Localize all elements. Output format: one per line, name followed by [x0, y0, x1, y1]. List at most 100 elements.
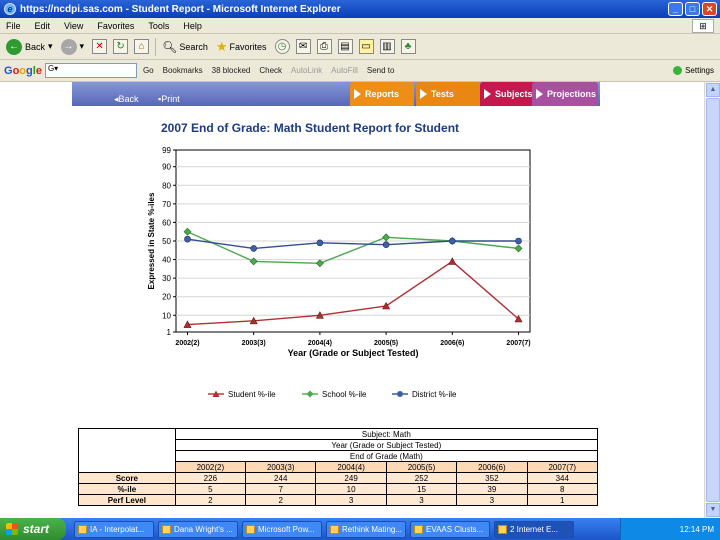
table-test-header: End of Grade (Math) — [174, 450, 599, 462]
toolbar-separator — [155, 37, 157, 56]
task-app-icon — [414, 524, 423, 534]
home-icon[interactable]: ⌂ — [134, 39, 150, 54]
table-row-label: Perf Level — [78, 494, 176, 506]
taskbar: start IA - Interpolat... Dana Wright's .… — [0, 518, 720, 540]
table-row: Score 226 244 249 252 352 344 — [78, 472, 599, 484]
refresh-icon[interactable]: ↻ — [113, 39, 129, 54]
table-cell: 2 — [174, 494, 247, 506]
menu-help[interactable]: Help — [183, 21, 202, 31]
table-cell: 10 — [315, 483, 387, 495]
report-back-label: Back — [118, 94, 139, 104]
minimize-button[interactable]: _ — [668, 2, 683, 16]
back-arrow-icon: ← — [6, 38, 22, 55]
tab-tests[interactable]: Tests — [416, 82, 480, 106]
google-go-button[interactable]: Go — [143, 66, 154, 75]
window-title: https://ncdpi.sas.com - Student Report -… — [20, 3, 341, 15]
legend-label: School %-ile — [322, 390, 367, 399]
forward-dropdown-icon[interactable]: ▾ — [80, 41, 85, 52]
y-tick-label: 1 — [167, 328, 172, 337]
menu-view[interactable]: View — [64, 21, 83, 31]
y-tick-label: 99 — [162, 146, 171, 155]
search-icon: 🔍︎ — [162, 39, 178, 54]
report-nav-strip: ◂Back ▪Print Reports Tests Subjects Proj… — [72, 82, 600, 106]
close-button[interactable]: ✕ — [702, 2, 717, 16]
y-tick-label: 40 — [162, 256, 171, 265]
table-cell: 352 — [456, 472, 528, 484]
menu-file[interactable]: File — [6, 21, 21, 31]
task-button[interactable]: Microsoft Pow... — [242, 520, 322, 538]
google-settings-label: Settings — [685, 66, 714, 75]
google-send-to-button[interactable]: Send to — [367, 66, 395, 75]
menu-bar: File Edit View Favorites Tools Help ⊞ — [0, 18, 720, 34]
forward-button[interactable]: → ▾ — [60, 38, 85, 55]
table-cell: 3 — [456, 494, 528, 506]
task-button[interactable]: Rethink Mating... — [326, 520, 406, 538]
table-cell: 39 — [456, 483, 528, 495]
google-autolink-button[interactable]: AutoLink — [291, 66, 322, 75]
task-app-icon — [162, 524, 171, 534]
discuss-icon[interactable]: ▭ — [358, 39, 374, 54]
y-tick-label: 10 — [162, 311, 171, 320]
report-print-link[interactable]: ▪Print — [158, 94, 180, 104]
table-row-label: Score — [78, 472, 176, 484]
start-button[interactable]: start — [0, 518, 66, 540]
search-button[interactable]: 🔍︎ Search — [162, 40, 208, 54]
window-title-bar[interactable]: e https://ncdpi.sas.com - Student Report… — [0, 0, 720, 18]
stop-icon[interactable]: ✕ — [92, 39, 108, 54]
google-check-button[interactable]: Check — [259, 66, 282, 75]
y-tick-label: 70 — [162, 200, 171, 209]
menu-favorites[interactable]: Favorites — [97, 21, 134, 31]
scroll-up-icon[interactable]: ▲ — [706, 83, 720, 97]
table-year-cell: 2002(2) — [174, 461, 247, 473]
menu-tools[interactable]: Tools — [148, 21, 169, 31]
scroll-down-icon[interactable]: ▼ — [706, 503, 720, 517]
table-year-cell: 2004(4) — [315, 461, 387, 473]
tab-arrow-icon — [420, 89, 427, 99]
task-button-active[interactable]: 2 Internet E... — [494, 520, 574, 538]
print-icon[interactable]: ⎙ — [316, 39, 332, 54]
maximize-button[interactable]: □ — [685, 2, 700, 16]
table-subject-header: Subject: Math — [174, 428, 599, 440]
report-back-link[interactable]: ◂Back — [114, 94, 139, 105]
task-button[interactable]: Dana Wright's ... — [158, 520, 238, 538]
mail-icon[interactable]: ✉ — [295, 39, 311, 54]
data-point — [448, 237, 456, 245]
data-point — [515, 237, 522, 245]
tab-reports[interactable]: Reports — [350, 82, 414, 106]
table-cell: 1 — [526, 494, 599, 506]
data-point — [382, 241, 390, 249]
vertical-scrollbar[interactable]: ▲ ▼ — [704, 82, 720, 518]
clock[interactable]: 12:14 PM — [680, 525, 714, 534]
task-label: Microsoft Pow... — [258, 524, 315, 534]
menu-edit[interactable]: Edit — [35, 21, 51, 31]
task-button[interactable]: IA - Interpolat... — [74, 520, 154, 538]
google-settings-button[interactable]: Settings — [673, 66, 714, 75]
messenger-icon[interactable]: ♣ — [400, 39, 416, 54]
research-icon[interactable]: ▥ — [379, 39, 395, 54]
task-label: EVAAS Clusts... — [426, 524, 484, 534]
favorites-button[interactable]: ★ Favorites — [216, 39, 267, 55]
tab-projections[interactable]: Projections — [532, 82, 598, 106]
legend-marker — [397, 391, 403, 397]
windows-flag-icon — [6, 523, 18, 535]
tab-subjects[interactable]: Subjects — [480, 82, 536, 106]
history-icon[interactable]: ◷ — [274, 39, 290, 54]
google-popup-blocker[interactable]: 38 blocked — [212, 66, 251, 75]
table-cell: 8 — [526, 483, 599, 495]
x-tick-label: 2007(7) — [506, 340, 530, 347]
forward-arrow-icon: → — [60, 38, 77, 55]
edit-icon[interactable]: ▤ — [337, 39, 353, 54]
back-button[interactable]: ← Back ▾ — [6, 38, 53, 55]
task-button[interactable]: EVAAS Clusts... — [410, 520, 490, 538]
google-autofill-button[interactable]: AutoFill — [331, 66, 358, 75]
scroll-thumb[interactable] — [706, 98, 720, 502]
table-row: %-ile 5 7 10 15 39 8 — [78, 483, 599, 495]
percentile-line-chart: 1 10 20 30 40 50 60 70 80 90 99 2002(2) 2003(3) 2004(… — [147, 146, 531, 399]
google-search-input[interactable]: G▾ — [44, 63, 137, 78]
score-table: Subject: Math Year (Grade or Subject Tes… — [78, 428, 599, 506]
google-bookmarks-button[interactable]: Bookmarks — [163, 66, 203, 75]
system-tray: 12:14 PM — [620, 518, 720, 540]
y-tick-label: 50 — [162, 237, 171, 246]
back-dropdown-icon[interactable]: ▾ — [48, 41, 53, 52]
x-tick-label: 2006(6) — [440, 340, 464, 347]
